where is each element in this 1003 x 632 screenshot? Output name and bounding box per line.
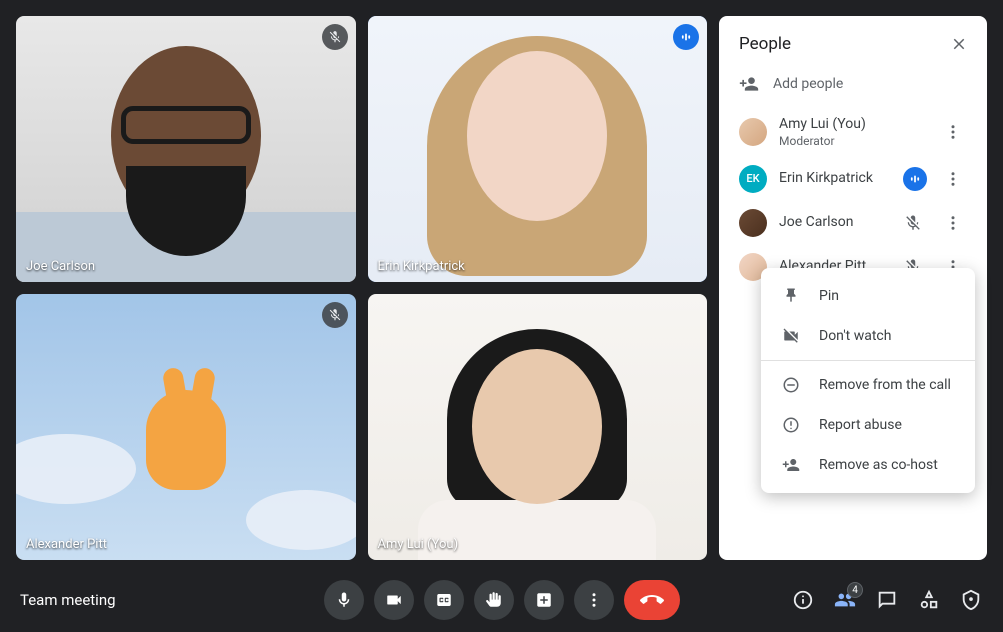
menu-item-dont-watch[interactable]: Don't watch bbox=[761, 316, 975, 356]
menu-item-remove-cohost[interactable]: Remove as co-host bbox=[761, 445, 975, 485]
warning-icon bbox=[781, 416, 801, 434]
video-grid: Joe Carlson Erin Kirkpatrick Alexander P… bbox=[16, 16, 707, 560]
mic-muted-icon bbox=[899, 209, 927, 237]
avatar bbox=[739, 118, 767, 146]
menu-item-pin[interactable]: Pin bbox=[761, 276, 975, 316]
avatar bbox=[739, 209, 767, 237]
panel-title: People bbox=[739, 34, 947, 54]
more-options-button[interactable] bbox=[939, 209, 967, 237]
participant-name-label: Amy Lui (You) bbox=[378, 537, 459, 552]
video-tile-erin[interactable]: Erin Kirkpatrick bbox=[368, 16, 708, 282]
participant-row: EK Erin Kirkpatrick bbox=[727, 157, 979, 201]
participant-actions-menu: Pin Don't watch Remove from the call Rep… bbox=[761, 268, 975, 493]
participant-name: Erin Kirkpatrick bbox=[779, 170, 891, 188]
menu-item-report-abuse[interactable]: Report abuse bbox=[761, 405, 975, 445]
more-options-button[interactable] bbox=[939, 118, 967, 146]
host-controls-button[interactable] bbox=[959, 588, 983, 612]
video-feed bbox=[368, 294, 708, 560]
person-remove-icon bbox=[781, 456, 801, 474]
video-tile-alexander[interactable]: Alexander Pitt bbox=[16, 294, 356, 560]
video-feed bbox=[368, 16, 708, 282]
pin-icon bbox=[781, 287, 801, 305]
chat-button[interactable] bbox=[875, 588, 899, 612]
participant-name: Amy Lui (You) bbox=[779, 116, 927, 134]
video-tile-self[interactable]: Amy Lui (You) bbox=[368, 294, 708, 560]
captions-button[interactable] bbox=[424, 580, 464, 620]
video-feed bbox=[16, 294, 356, 560]
mic-muted-icon bbox=[322, 24, 348, 50]
participant-name: Joe Carlson bbox=[779, 214, 887, 232]
raise-hand-button[interactable] bbox=[474, 580, 514, 620]
video-tile-joe[interactable]: Joe Carlson bbox=[16, 16, 356, 282]
bottom-bar: Team meeting 4 bbox=[0, 568, 1003, 632]
participant-name-label: Erin Kirkpatrick bbox=[378, 259, 465, 274]
speaking-indicator-icon bbox=[673, 24, 699, 50]
mic-muted-icon bbox=[322, 302, 348, 328]
add-people-label: Add people bbox=[773, 76, 843, 92]
more-options-button[interactable] bbox=[939, 165, 967, 193]
right-panel-icons: 4 bbox=[791, 588, 983, 612]
people-panel: People Add people Amy Lui (You) Moderato… bbox=[719, 16, 987, 560]
close-panel-button[interactable] bbox=[947, 32, 971, 56]
menu-separator bbox=[761, 360, 975, 361]
participant-row: Amy Lui (You) Moderator bbox=[727, 108, 979, 157]
activities-button[interactable] bbox=[917, 588, 941, 612]
participant-name-label: Joe Carlson bbox=[26, 259, 95, 274]
meeting-info-button[interactable] bbox=[791, 588, 815, 612]
participant-subtitle: Moderator bbox=[779, 134, 927, 149]
meeting-name: Team meeting bbox=[20, 591, 220, 609]
call-controls bbox=[324, 580, 680, 620]
hang-up-button[interactable] bbox=[624, 580, 680, 620]
remove-circle-icon bbox=[781, 376, 801, 394]
person-add-icon bbox=[739, 74, 759, 94]
participant-count-badge: 4 bbox=[847, 582, 863, 598]
menu-item-remove-call[interactable]: Remove from the call bbox=[761, 365, 975, 405]
participant-name-label: Alexander Pitt bbox=[26, 537, 107, 552]
add-people-button[interactable]: Add people bbox=[719, 64, 987, 104]
videocam-off-icon bbox=[781, 327, 801, 345]
mic-toggle-button[interactable] bbox=[324, 580, 364, 620]
present-screen-button[interactable] bbox=[524, 580, 564, 620]
people-panel-button[interactable]: 4 bbox=[833, 588, 857, 612]
more-options-button[interactable] bbox=[574, 580, 614, 620]
participant-row: Joe Carlson bbox=[727, 201, 979, 245]
video-feed bbox=[16, 16, 356, 282]
camera-toggle-button[interactable] bbox=[374, 580, 414, 620]
avatar: EK bbox=[739, 165, 767, 193]
speaking-indicator-icon bbox=[903, 167, 927, 191]
